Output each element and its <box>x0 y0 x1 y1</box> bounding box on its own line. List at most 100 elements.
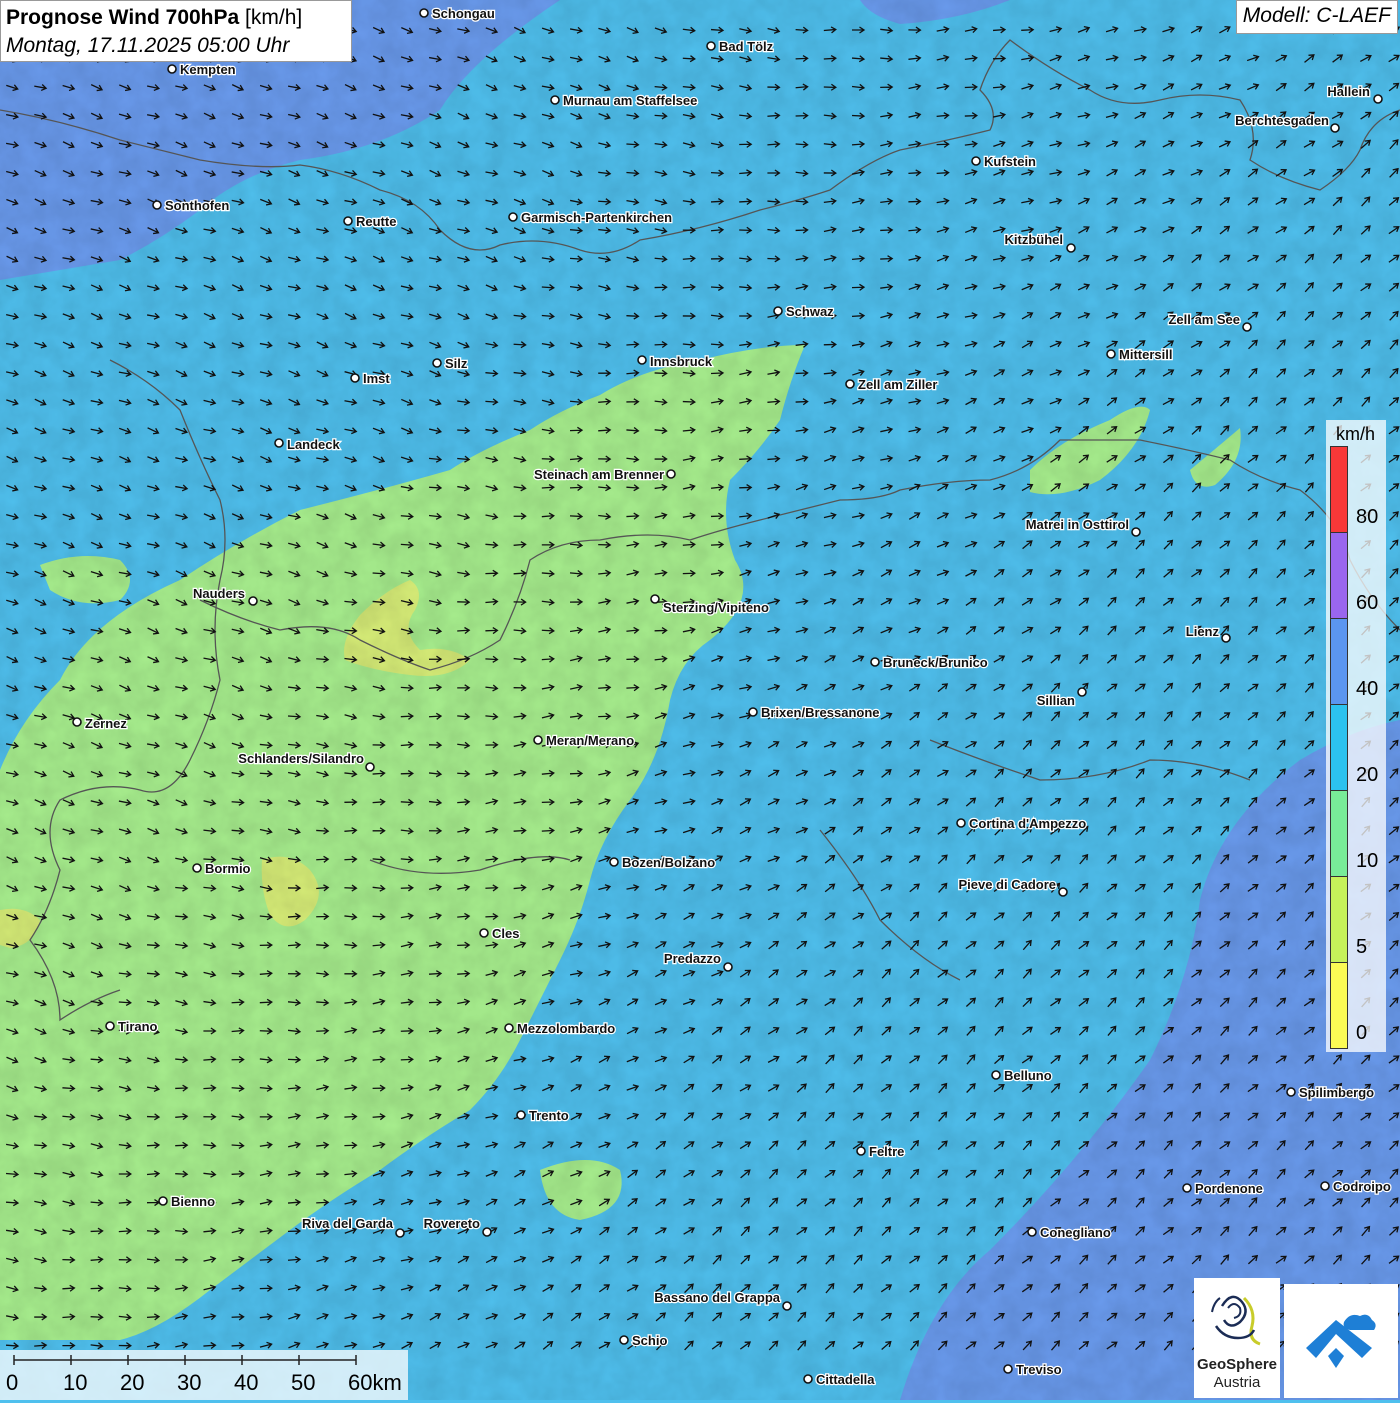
place-name: Landeck <box>287 437 341 452</box>
place-name: Reutte <box>356 214 396 229</box>
place-marker <box>723 962 733 972</box>
place-marker <box>870 657 880 667</box>
place-name: Kufstein <box>984 154 1036 169</box>
place-marker <box>479 928 489 938</box>
place-name: Pieve di Cadore <box>958 877 1056 892</box>
legend-label: 60 <box>1356 592 1379 614</box>
place-marker <box>365 762 375 772</box>
place-name: Sterzing/Vipiteno <box>663 600 769 615</box>
weather-app-logo <box>1284 1284 1398 1398</box>
place-marker <box>504 1023 514 1033</box>
legend: km/h 80 60 40 20 10 5 0 <box>1326 420 1386 1052</box>
place-marker <box>167 64 177 74</box>
place-bruneck-brunico: Bruneck/Brunico <box>870 654 989 671</box>
place-marker <box>991 1070 1001 1080</box>
place-name: Silz <box>445 356 468 371</box>
place-pordenone: Pordenone <box>1182 1180 1264 1197</box>
place-name: Bad Tölz <box>719 39 774 54</box>
place-marker <box>856 1146 866 1156</box>
place-name: Schio <box>632 1333 667 1348</box>
place-marker <box>803 1374 813 1384</box>
legend-label: 20 <box>1356 764 1379 786</box>
place-name: Imst <box>363 371 390 386</box>
place-name: Schlanders/Silandro <box>238 751 364 766</box>
place-name: Zell am Ziller <box>858 377 937 392</box>
place-name: Rovereto <box>424 1216 480 1231</box>
legend-swatch <box>1330 790 1348 877</box>
scale-label: 10 <box>63 1370 88 1395</box>
place-marker <box>158 1196 168 1206</box>
place-marker <box>609 857 619 867</box>
place-marker <box>152 200 162 210</box>
scale-label: 50 <box>291 1370 316 1395</box>
place-marker <box>1373 94 1383 104</box>
title-box: Prognose Wind 700hPa [km/h] Montag, 17.1… <box>0 0 352 62</box>
place-name: Cortina d'Ampezzo <box>969 816 1086 831</box>
place-name: Pordenone <box>1195 1181 1263 1196</box>
place-marker <box>395 1228 405 1238</box>
place-murnau-am-staffelsee: Murnau am Staffelsee <box>550 92 699 109</box>
place-name: Meran/Merano <box>546 733 634 748</box>
place-name: Cles <box>492 926 519 941</box>
title: Prognose Wind 700hPa [km/h] <box>6 4 346 32</box>
place-name: Zell am See <box>1168 312 1240 327</box>
place-name: Matrei in Osttirol <box>1026 517 1129 532</box>
place-marker <box>508 212 518 222</box>
place-schongau: Schongau <box>419 5 496 22</box>
place-marker <box>550 95 560 105</box>
place-name: Mittersill <box>1119 347 1172 362</box>
place-mezzolombardo: Mezzolombardo <box>504 1020 617 1037</box>
place-marker <box>419 8 429 18</box>
place-marker <box>1077 687 1087 697</box>
place-marker <box>248 596 258 606</box>
wind-map[interactable]: Schongau Bad Tölz Kempten Murnau am Staffel… <box>0 0 1400 1400</box>
place-garmisch-partenkirchen: Garmisch-Partenkirchen <box>508 209 673 226</box>
place-marker <box>343 216 353 226</box>
place-name: Kempten <box>180 62 236 77</box>
place-innsbruck: Innsbruck <box>637 353 714 370</box>
place-marker <box>1182 1183 1192 1193</box>
geosphere-logo: GeoSphere Austria <box>1194 1278 1280 1398</box>
place-name: Cittadella <box>816 1372 875 1387</box>
place-name: Lienz <box>1186 624 1220 639</box>
place-marker <box>1330 123 1340 133</box>
place-name: Brixen/Bressanone <box>761 705 880 720</box>
title-unit: [km/h] <box>239 6 303 29</box>
place-name: Tirano <box>118 1019 158 1034</box>
place-marker <box>274 438 284 448</box>
place-brixen-bressanone: Brixen/Bressanone <box>748 704 881 721</box>
legend-swatch <box>1330 532 1348 619</box>
place-cortina-d-ampezzo: Cortina d'Ampezzo <box>956 815 1088 832</box>
legend-bar: 80 60 40 20 10 5 0 <box>1330 446 1378 1050</box>
place-name: Trento <box>529 1108 569 1123</box>
place-marker <box>1106 349 1116 359</box>
place-name: Treviso <box>1016 1362 1062 1377</box>
place-marker <box>1221 633 1231 643</box>
place-marker <box>1131 527 1141 537</box>
place-marker <box>748 707 758 717</box>
place-name: Steinach am Brenner <box>534 467 664 482</box>
place-name: Bormio <box>205 861 251 876</box>
place-marker <box>482 1227 492 1237</box>
place-bozen-bolzano: Bozen/Bolzano <box>609 854 716 871</box>
place-name: Schwaz <box>786 304 834 319</box>
title-main: Prognose Wind 700hPa <box>6 6 240 29</box>
scale-label: 0 <box>6 1370 19 1395</box>
place-marker <box>706 41 716 51</box>
place-marker <box>1058 887 1068 897</box>
legend-label: 80 <box>1356 506 1379 528</box>
geosphere-name: GeoSphere <box>1196 1356 1278 1373</box>
place-marker <box>1286 1087 1296 1097</box>
weather-app-icon <box>1306 1314 1376 1368</box>
scale-label: 40 <box>234 1370 259 1395</box>
place-name: Bienno <box>171 1194 215 1209</box>
legend-swatch <box>1330 618 1348 705</box>
place-marker <box>619 1335 629 1345</box>
place-marker <box>773 306 783 316</box>
legend-swatch <box>1330 876 1348 963</box>
place-conegliano: Conegliano <box>1027 1224 1112 1241</box>
place-name: Belluno <box>1004 1068 1052 1083</box>
place-name: Codroipo <box>1333 1179 1391 1194</box>
place-name: Predazzo <box>664 951 721 966</box>
place-marker <box>666 469 676 479</box>
